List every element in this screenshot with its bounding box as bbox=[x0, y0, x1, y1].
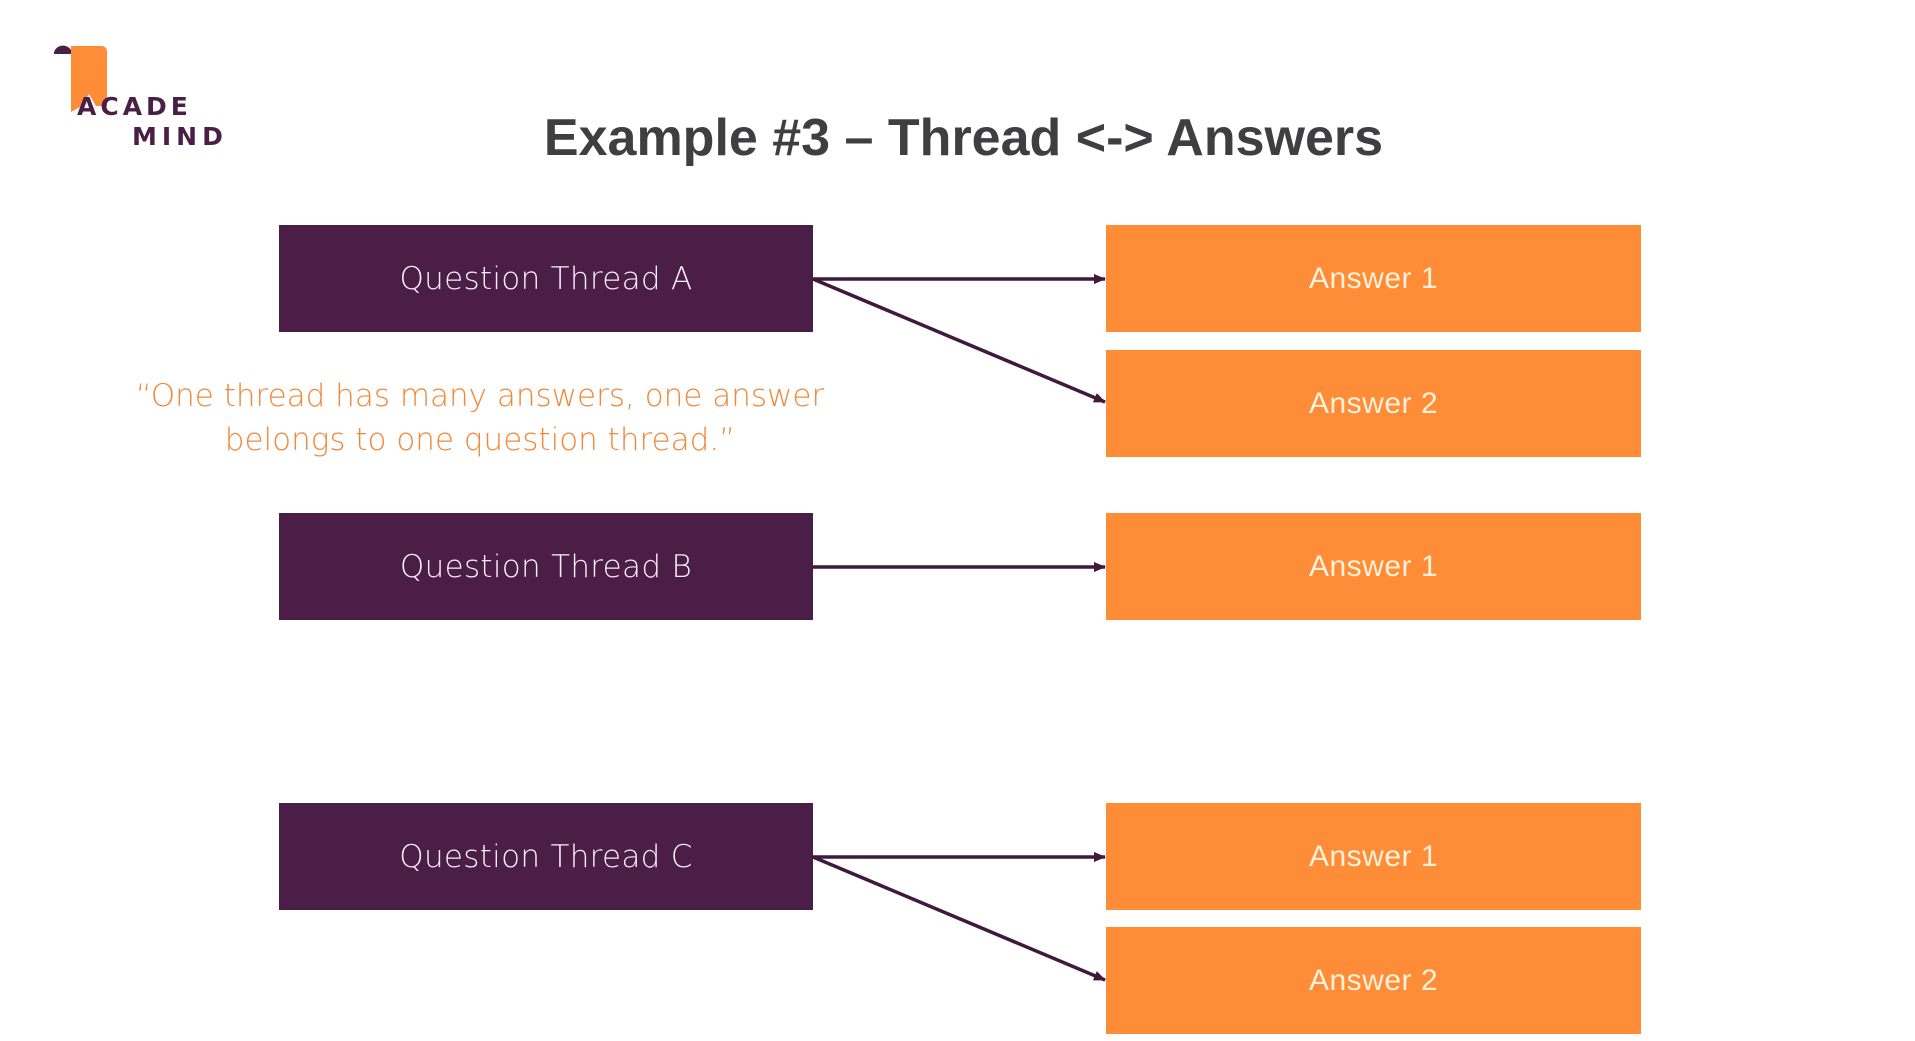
arrow-c-to-c2 bbox=[812, 855, 1106, 982]
answer-box-b1: Answer 1 bbox=[1106, 513, 1641, 620]
relationship-quote: “One thread has many answers, one answer… bbox=[90, 374, 870, 462]
slide-title: Example #3 – Thread <-> Answers bbox=[543, 109, 1384, 167]
thread-box-a: Question Thread A bbox=[279, 225, 813, 332]
thread-label: Question Thread C bbox=[399, 838, 693, 875]
answer-label: Answer 1 bbox=[1308, 261, 1439, 295]
answer-box-c2: Answer 2 bbox=[1106, 927, 1641, 1034]
answer-label: Answer 2 bbox=[1308, 963, 1439, 997]
answer-label: Answer 2 bbox=[1308, 386, 1439, 420]
quote-line-2: belongs to one question thread.” bbox=[224, 422, 736, 458]
answer-label: Answer 1 bbox=[1308, 839, 1439, 873]
answer-box-c1: Answer 1 bbox=[1106, 803, 1641, 910]
quote-line-1: “One thread has many answers, one answer bbox=[135, 378, 825, 414]
thread-box-c: Question Thread C bbox=[279, 803, 813, 910]
thread-label: Question Thread B bbox=[399, 548, 693, 585]
answer-box-a1: Answer 1 bbox=[1106, 225, 1641, 332]
answer-box-a2: Answer 2 bbox=[1106, 350, 1641, 457]
thread-label: Question Thread A bbox=[399, 260, 693, 297]
thread-box-b: Question Thread B bbox=[279, 513, 813, 620]
answer-label: Answer 1 bbox=[1308, 549, 1439, 583]
